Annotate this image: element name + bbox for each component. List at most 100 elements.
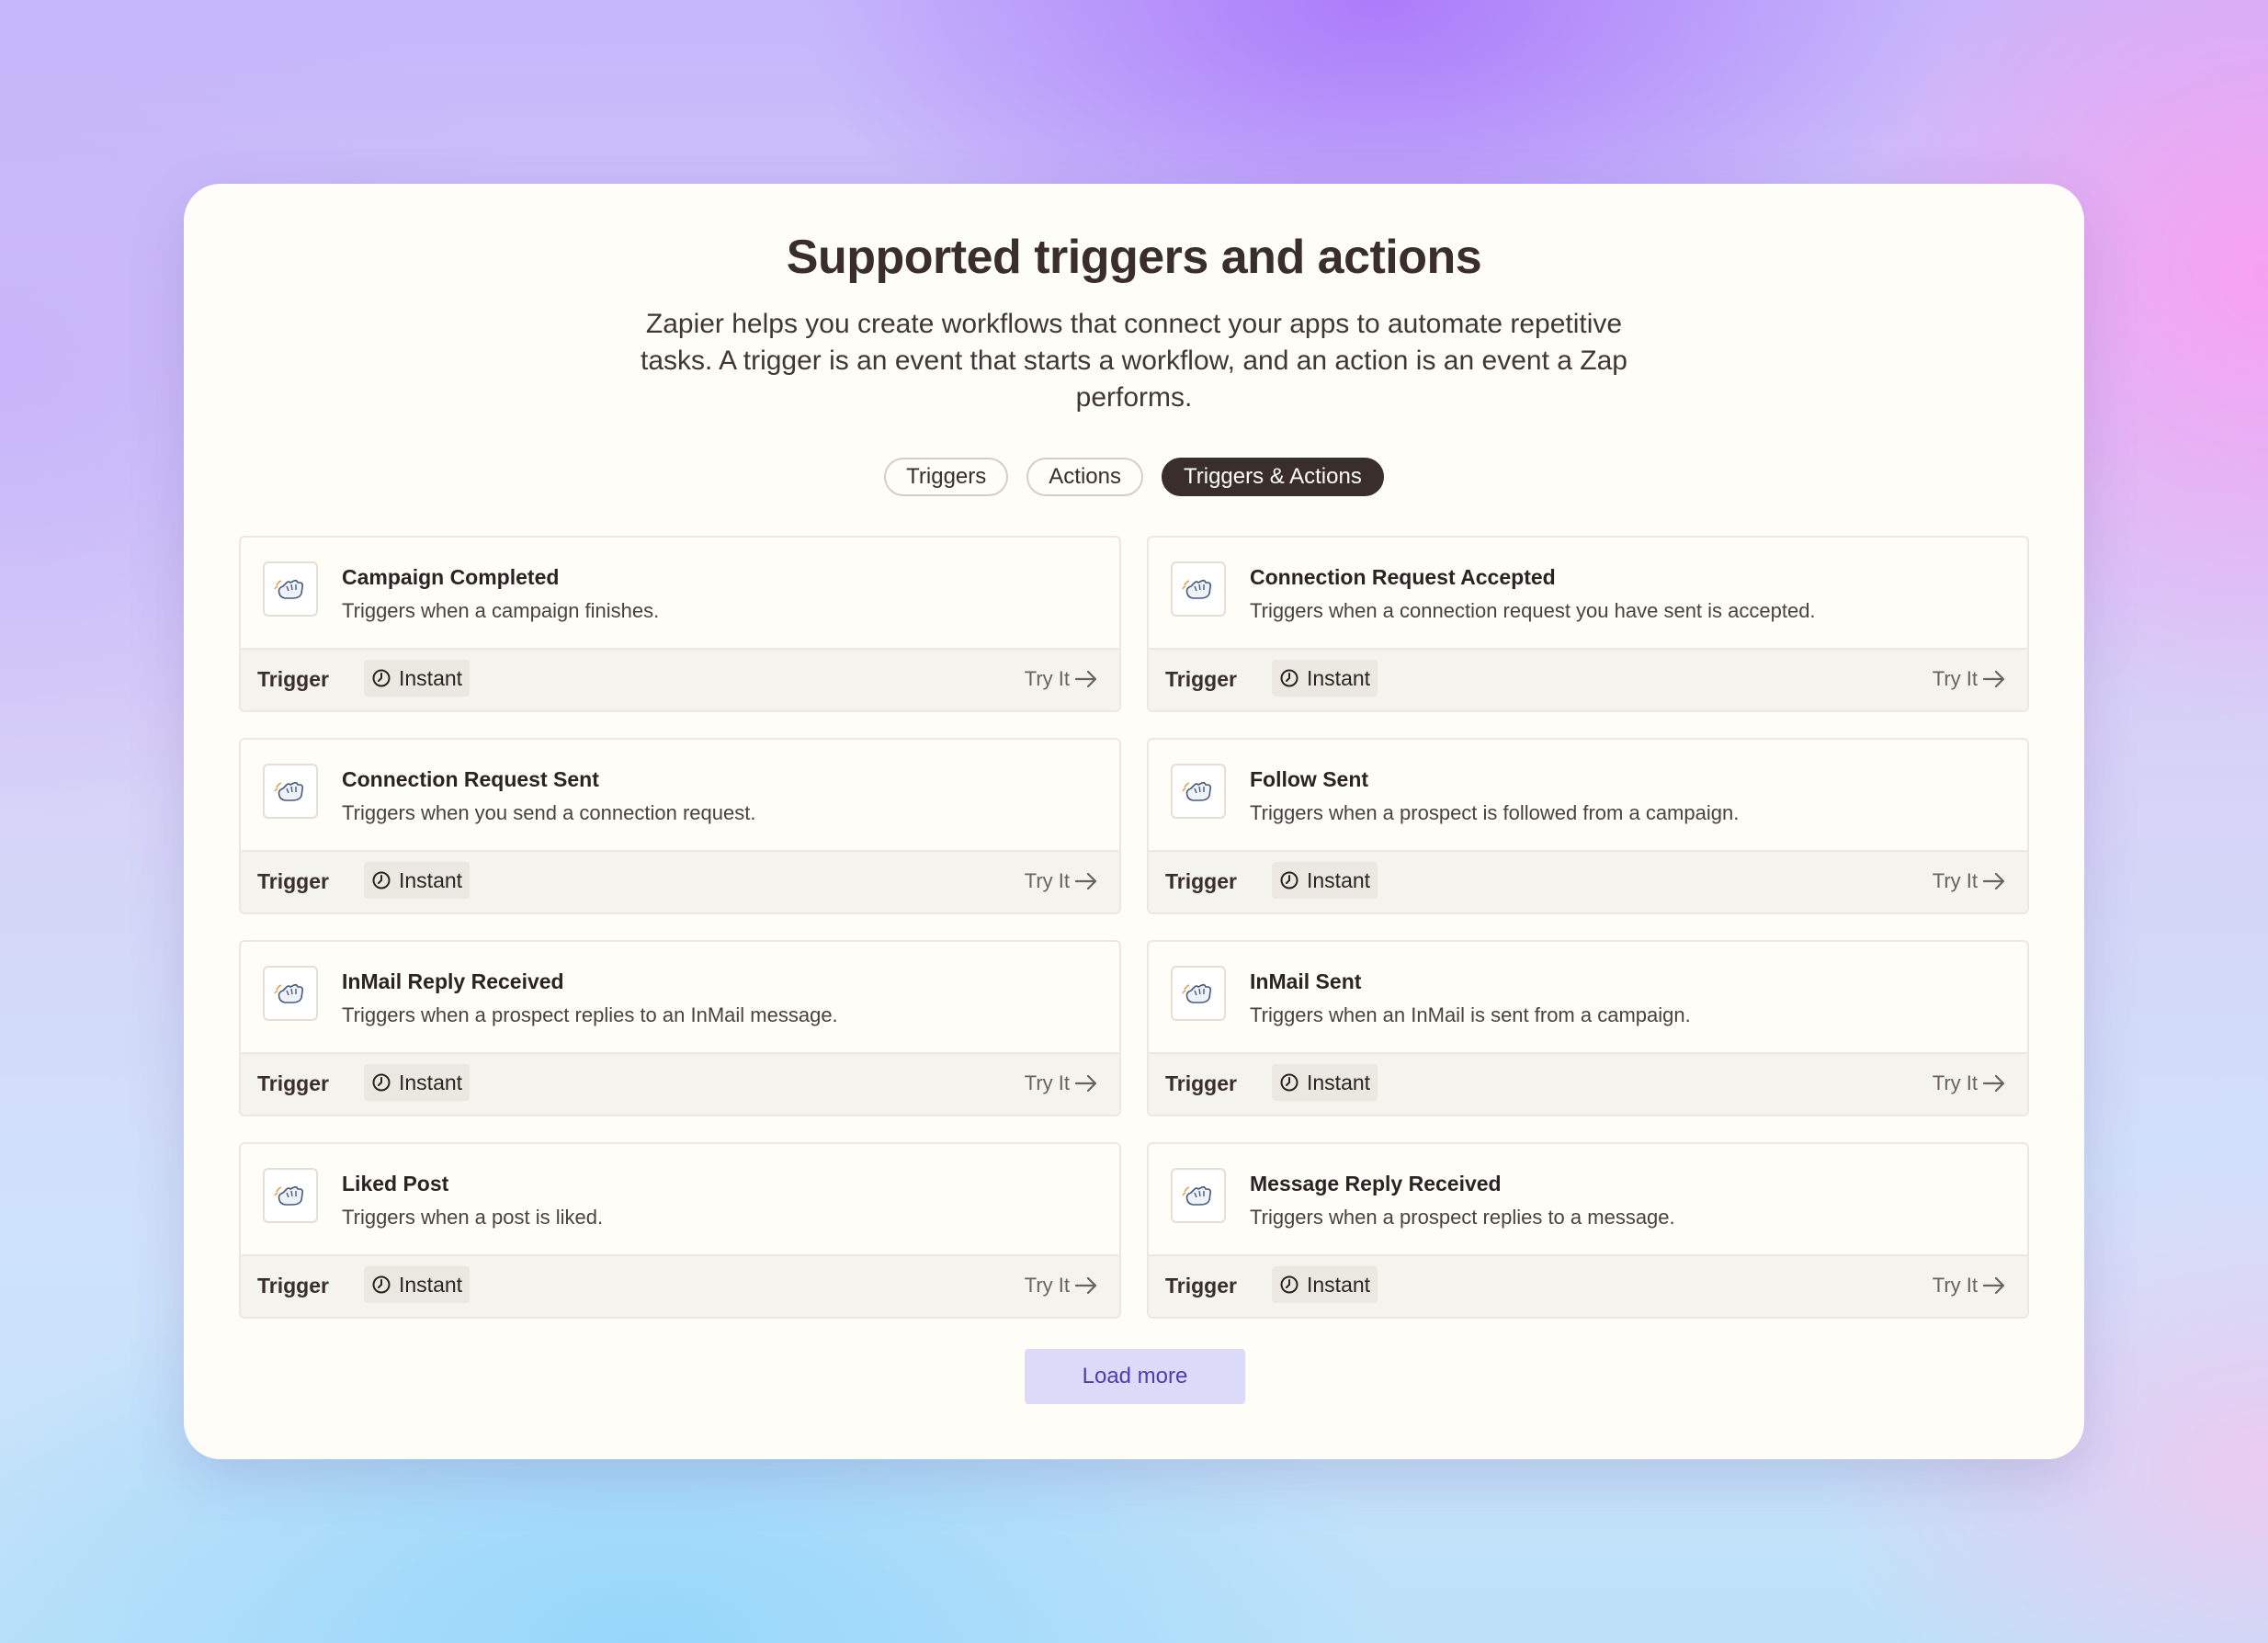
- page-subtitle: Zapier helps you create workflows that c…: [641, 309, 1627, 413]
- filter-actions[interactable]: Actions: [1026, 458, 1143, 496]
- instant-badge-label: Instant: [399, 867, 463, 892]
- item-title: Liked Post: [342, 1172, 449, 1195]
- hand-wave-logo-icon: [263, 764, 318, 819]
- item-type-label: Trigger: [257, 1071, 329, 1095]
- instant-badge: Instant: [364, 1266, 471, 1303]
- item-title: Message Reply Received: [1250, 1172, 1502, 1195]
- try-it-link[interactable]: Try It: [1025, 667, 1099, 691]
- clock-icon: [1280, 669, 1298, 687]
- try-it-link[interactable]: Try It: [1933, 869, 2007, 893]
- try-it-link[interactable]: Try It: [1933, 1274, 2007, 1297]
- item-type-label: Trigger: [1165, 1071, 1237, 1095]
- arrow-right-icon: [1982, 1074, 2005, 1093]
- arrow-right-icon: [1074, 872, 1097, 890]
- try-it-label: Try It: [1932, 1071, 1978, 1094]
- try-it-label: Try It: [1024, 1071, 1070, 1094]
- item-description: Triggers when a prospect replies to an I…: [342, 1003, 838, 1026]
- instant-badge: Instant: [364, 1064, 471, 1101]
- item-type-label: Trigger: [1165, 667, 1237, 691]
- trigger-card[interactable]: Connection Request Sent Triggers when yo…: [239, 738, 1121, 914]
- item-footer: Trigger Instant Try It: [1149, 1254, 2027, 1317]
- hand-wave-logo-icon: [1171, 764, 1226, 819]
- page-title: Supported triggers and actions: [786, 231, 1482, 284]
- trigger-card[interactable]: InMail Reply Received Triggers when a pr…: [239, 940, 1121, 1116]
- trigger-card[interactable]: Liked Post Triggers when a post is liked…: [239, 1142, 1121, 1319]
- item-description: Triggers when a prospect is followed fro…: [1250, 801, 1740, 824]
- item-description: Triggers when a post is liked.: [342, 1206, 604, 1229]
- arrow-right-icon: [1074, 670, 1097, 688]
- instant-badge-label: Instant: [399, 1070, 463, 1094]
- item-title: Campaign Completed: [342, 565, 560, 589]
- item-description: Triggers when you send a connection requ…: [342, 801, 756, 824]
- item-footer: Trigger Instant Try It: [1149, 850, 2027, 912]
- clock-icon: [372, 1275, 391, 1294]
- hand-wave-logo-icon: [1171, 966, 1226, 1021]
- trigger-card[interactable]: Follow Sent Triggers when a prospect is …: [1147, 738, 2029, 914]
- hand-wave-logo-icon: [1171, 1168, 1226, 1223]
- clock-icon: [1280, 1275, 1298, 1294]
- try-it-label: Try It: [1932, 869, 1978, 892]
- triggers-actions-card: Supported triggers and actions Zapier he…: [184, 184, 2084, 1459]
- clock-icon: [372, 1073, 391, 1092]
- try-it-link[interactable]: Try It: [1025, 1274, 1099, 1297]
- item-title: Connection Request Accepted: [1250, 565, 1556, 589]
- item-title: Follow Sent: [1250, 767, 1369, 791]
- arrow-right-icon: [1074, 1074, 1097, 1093]
- hand-wave-logo-icon: [1171, 561, 1226, 617]
- try-it-label: Try It: [1024, 1274, 1070, 1297]
- arrow-right-icon: [1982, 872, 2005, 890]
- clock-icon: [1280, 871, 1298, 889]
- try-it-link[interactable]: Try It: [1933, 1071, 2007, 1095]
- arrow-right-icon: [1982, 670, 2005, 688]
- item-footer: Trigger Instant Try It: [241, 1254, 1119, 1317]
- trigger-card[interactable]: Connection Request Accepted Triggers whe…: [1147, 536, 2029, 712]
- filter-triggers[interactable]: Triggers: [884, 458, 1009, 496]
- item-footer: Trigger Instant Try It: [241, 1052, 1119, 1115]
- item-description: Triggers when a campaign finishes.: [342, 599, 660, 622]
- item-title: InMail Reply Received: [342, 969, 564, 993]
- instant-badge: Instant: [364, 862, 471, 899]
- hand-wave-logo-icon: [263, 1168, 318, 1223]
- instant-badge: Instant: [1272, 1266, 1378, 1303]
- filter-tabs: Triggers Actions Triggers & Actions: [184, 458, 2084, 496]
- item-type-label: Trigger: [257, 667, 329, 691]
- load-more-button[interactable]: Load more: [1025, 1349, 1245, 1404]
- instant-badge-label: Instant: [1307, 867, 1371, 892]
- instant-badge: Instant: [1272, 862, 1378, 899]
- try-it-label: Try It: [1932, 1274, 1978, 1297]
- clock-icon: [372, 871, 391, 889]
- item-footer: Trigger Instant Try It: [1149, 648, 2027, 710]
- trigger-card[interactable]: InMail Sent Triggers when an InMail is s…: [1147, 940, 2029, 1116]
- instant-badge: Instant: [1272, 660, 1378, 697]
- instant-badge: Instant: [1272, 1064, 1378, 1101]
- items-grid: Campaign Completed Triggers when a campa…: [239, 536, 2029, 1319]
- try-it-link[interactable]: Try It: [1933, 667, 2007, 691]
- instant-badge-label: Instant: [399, 665, 463, 690]
- trigger-card[interactable]: Message Reply Received Triggers when a p…: [1147, 1142, 2029, 1319]
- item-description: Triggers when an InMail is sent from a c…: [1250, 1003, 1691, 1026]
- item-footer: Trigger Instant Try It: [1149, 1052, 2027, 1115]
- try-it-label: Try It: [1932, 667, 1978, 690]
- clock-icon: [372, 669, 391, 687]
- try-it-link[interactable]: Try It: [1025, 869, 1099, 893]
- instant-badge-label: Instant: [399, 1272, 463, 1297]
- arrow-right-icon: [1074, 1276, 1097, 1295]
- item-title: Connection Request Sent: [342, 767, 599, 791]
- arrow-right-icon: [1982, 1276, 2005, 1295]
- instant-badge: Instant: [364, 660, 471, 697]
- item-footer: Trigger Instant Try It: [241, 648, 1119, 710]
- item-type-label: Trigger: [257, 869, 329, 893]
- item-description: Triggers when a prospect replies to a me…: [1250, 1206, 1675, 1229]
- instant-badge-label: Instant: [1307, 1070, 1371, 1094]
- filter-triggers-and-actions[interactable]: Triggers & Actions: [1161, 458, 1384, 496]
- item-type-label: Trigger: [1165, 1274, 1237, 1297]
- item-description: Triggers when a connection request you h…: [1250, 599, 1816, 622]
- trigger-card[interactable]: Campaign Completed Triggers when a campa…: [239, 536, 1121, 712]
- hand-wave-logo-icon: [263, 561, 318, 617]
- item-footer: Trigger Instant Try It: [241, 850, 1119, 912]
- instant-badge-label: Instant: [1307, 1272, 1371, 1297]
- item-title: InMail Sent: [1250, 969, 1362, 993]
- try-it-label: Try It: [1024, 869, 1070, 892]
- try-it-link[interactable]: Try It: [1025, 1071, 1099, 1095]
- item-type-label: Trigger: [257, 1274, 329, 1297]
